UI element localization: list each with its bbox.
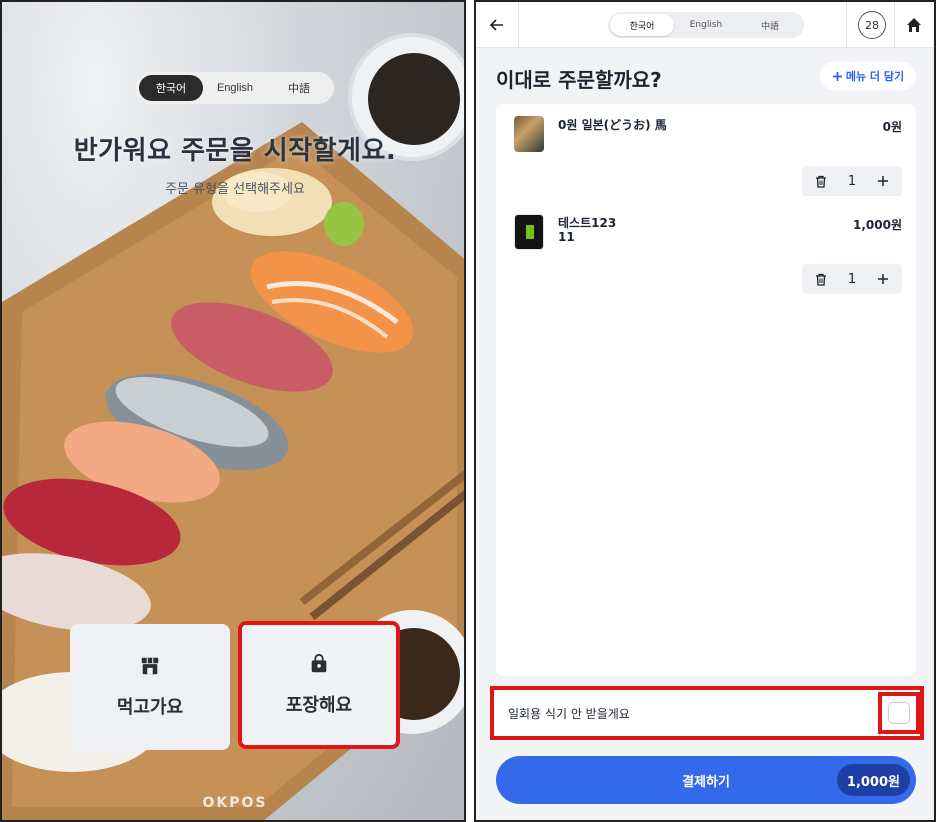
quantity-value: 1 xyxy=(847,271,857,287)
disposable-checkbox[interactable] xyxy=(888,702,910,724)
brand-logo: OKPOS xyxy=(202,795,268,811)
item-name-line: 11 xyxy=(558,230,575,244)
increase-button[interactable] xyxy=(872,170,894,192)
divider xyxy=(518,2,519,48)
delete-button[interactable] xyxy=(810,268,832,290)
store-icon xyxy=(141,657,159,675)
timer-badge: 28 xyxy=(858,11,886,39)
lang-option-english[interactable]: English xyxy=(203,75,267,101)
trash-icon xyxy=(815,175,826,188)
divider xyxy=(894,2,895,48)
disposable-label: 일회용 식기 안 받을게요 xyxy=(508,706,630,721)
item-price: 0원 xyxy=(882,120,902,134)
plus-icon xyxy=(832,71,842,81)
item-name: 0원 일본(どうお) 馬 xyxy=(558,118,667,132)
screenshot-frame: 한국어 English 中語 반가워요 주문을 시작할게요. 주문 유형을 선택… xyxy=(0,0,936,822)
increase-button[interactable] xyxy=(872,268,894,290)
divider xyxy=(846,2,847,48)
language-toggle: 한국어 English 中語 xyxy=(608,12,804,38)
home-icon xyxy=(907,18,921,32)
item-thumbnail xyxy=(514,214,544,250)
home-button[interactable] xyxy=(902,13,926,37)
page-title: 이대로 주문할까요? xyxy=(496,68,662,92)
eat-in-label: 먹고가요 xyxy=(116,697,184,718)
lang-option-chinese[interactable]: 中語 xyxy=(267,75,331,101)
top-bar: 한국어 English 中語 28 xyxy=(476,2,934,48)
welcome-subtitle: 주문 유형을 선택해주세요 xyxy=(165,182,305,197)
add-more-label: 메뉴 더 담기 xyxy=(845,70,905,83)
shopping-bag-icon xyxy=(311,653,327,673)
eat-in-button[interactable]: 먹고가요 xyxy=(70,624,230,750)
welcome-title: 반가워요 주문을 시작할게요. xyxy=(73,136,397,166)
pay-total-badge: 1,000원 xyxy=(836,764,910,796)
plus-icon xyxy=(878,274,889,284)
trash-icon xyxy=(815,273,826,286)
disposable-checkbox-highlight xyxy=(878,692,920,734)
disposable-cutlery-option[interactable]: 일회용 식기 안 받을게요 xyxy=(490,686,924,740)
quantity-stepper: 1 xyxy=(802,166,902,196)
takeout-label: 포장해요 xyxy=(285,695,353,716)
cart-item: 테스트123 11 1,000원 1 xyxy=(496,202,916,300)
item-price: 1,000원 xyxy=(853,218,902,232)
takeout-button[interactable]: 포장해요 xyxy=(238,621,400,749)
item-thumbnail xyxy=(514,116,544,152)
language-toggle: 한국어 English 中語 xyxy=(136,72,334,104)
item-name: 테스트123 11 xyxy=(558,216,758,244)
pay-button[interactable]: 결제하기 1,000원 xyxy=(496,756,916,804)
delete-button[interactable] xyxy=(810,170,832,192)
item-name-line: 테스트123 xyxy=(558,216,617,230)
lang-option-korean[interactable]: 한국어 xyxy=(610,14,674,36)
arrow-left-icon xyxy=(489,19,503,31)
start-screen: 한국어 English 中語 반가워요 주문을 시작할게요. 주문 유형을 선택… xyxy=(0,0,466,822)
add-more-menu-button[interactable]: 메뉴 더 담기 xyxy=(820,62,916,90)
back-button[interactable] xyxy=(484,12,510,38)
quantity-stepper: 1 xyxy=(802,264,902,294)
order-confirm-screen: 한국어 English 中語 28 이대로 주문할까요? 메뉴 더 담기 0원 … xyxy=(474,0,936,822)
quantity-value: 1 xyxy=(847,173,857,189)
pay-label: 결제하기 xyxy=(682,774,730,790)
lang-option-chinese[interactable]: 中語 xyxy=(738,14,802,36)
cart-item: 0원 일본(どうお) 馬 0원 1 xyxy=(496,104,916,202)
lang-option-english[interactable]: English xyxy=(674,14,738,36)
cart-list: 0원 일본(どうお) 馬 0원 1 테스트123 11 1,000원 1 xyxy=(496,104,916,676)
lang-option-korean[interactable]: 한국어 xyxy=(139,75,203,101)
plus-icon xyxy=(878,176,889,186)
